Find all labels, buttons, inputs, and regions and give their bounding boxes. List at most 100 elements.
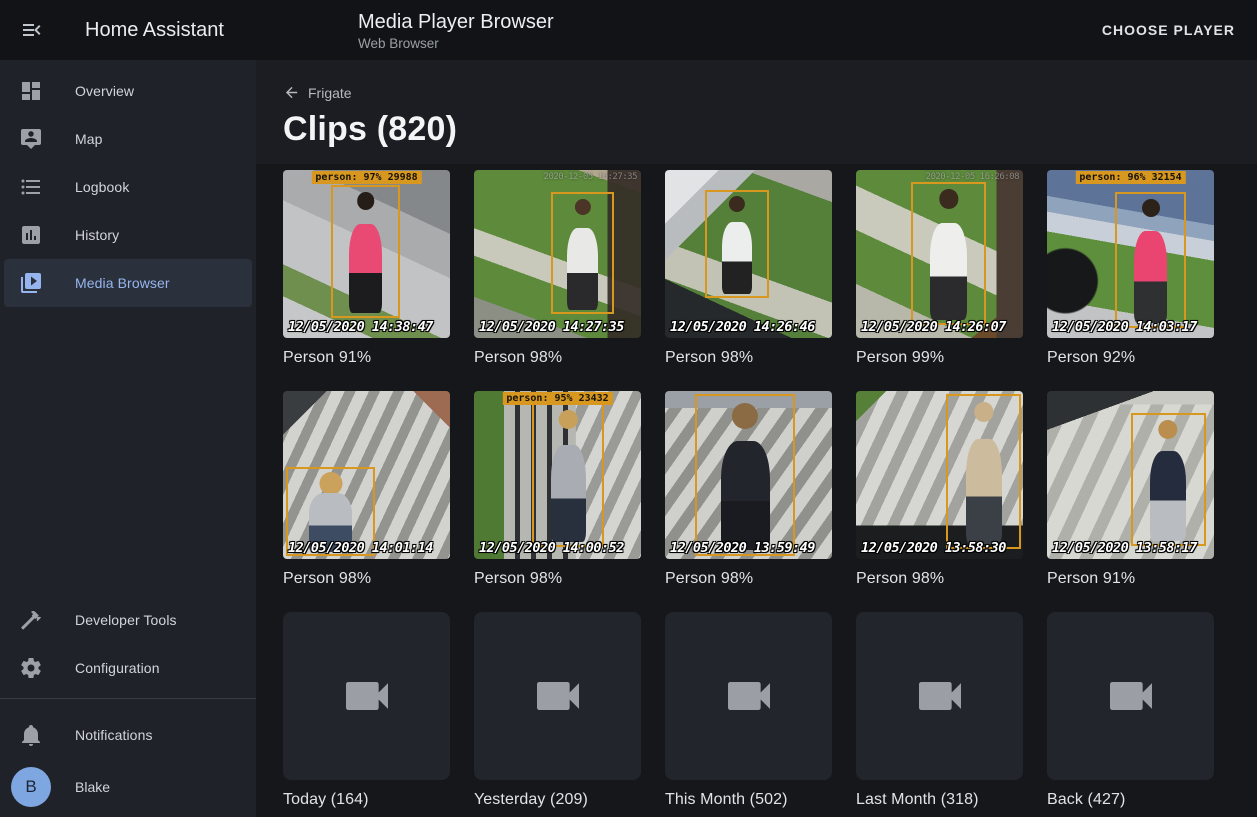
clip-timestamp-overlay: 12/05/2020 14:38:47	[288, 319, 433, 335]
sidebar-item-media-browser[interactable]: Media Browser	[4, 259, 252, 307]
page-subtitle: Web Browser	[358, 36, 554, 51]
sidebar-toggle-button[interactable]	[20, 18, 44, 42]
person-figure	[1124, 199, 1177, 323]
detection-label: person: 96% 32154	[1075, 171, 1185, 184]
app-title: Home Assistant	[85, 19, 224, 42]
clip-caption: Person 91%	[1047, 569, 1214, 588]
folder-card-this-month[interactable]: This Month (502)	[665, 612, 832, 809]
sidebar-main-items: Overview Map Logbook History Media Brows…	[0, 60, 256, 307]
clip-card-8[interactable]: 12/05/2020 13:59:49 Person 98%	[665, 391, 832, 588]
detection-label: person: 95% 23432	[502, 392, 612, 405]
person-figure	[713, 196, 761, 293]
content-header: Frigate Clips (820)	[256, 60, 1257, 164]
person-figure	[340, 192, 392, 313]
folder-caption: Today (164)	[283, 790, 450, 809]
clip-caption: Person 98%	[283, 569, 450, 588]
avatar: B	[11, 767, 51, 807]
folder-caption: Back (427)	[1047, 790, 1214, 809]
folder-card-today[interactable]: Today (164)	[283, 612, 450, 809]
clip-thumbnail: person: 96% 32154 12/05/2020 14:03:17	[1047, 170, 1214, 338]
clip-timestamp-overlay: 12/05/2020 14:26:46	[670, 319, 815, 335]
person-figure	[955, 402, 1012, 544]
clip-card-10[interactable]: 12/05/2020 13:58:17 Person 91%	[1047, 391, 1214, 588]
clip-timestamp-overlay: 12/05/2020 14:26:07	[861, 319, 1006, 335]
video-camera-icon	[339, 668, 395, 724]
sidebar-item-developer-tools[interactable]: Developer Tools	[4, 596, 252, 644]
clip-thumbnail: 12/05/2020 13:58:17	[1047, 391, 1214, 559]
clip-thumbnail: person: 95% 23432 12/05/2020 14:00:52	[474, 391, 641, 559]
clip-caption: Person 98%	[665, 348, 832, 367]
folder-caption: Last Month (318)	[856, 790, 1023, 809]
folder-thumbnail	[856, 612, 1023, 780]
clip-card-7[interactable]: person: 95% 23432 12/05/2020 14:00:52 Pe…	[474, 391, 641, 588]
play-box-multiple-icon	[19, 271, 43, 295]
clip-card-3[interactable]: 12/05/2020 14:26:46 Person 98%	[665, 170, 832, 367]
hammer-icon	[19, 608, 43, 632]
clip-thumbnail: 12/05/2020 13:58:30	[856, 391, 1023, 559]
media-grid: person: 97% 29988 12/05/2020 14:38:47 Pe…	[283, 170, 1230, 809]
clip-thumbnail: 2020-12-05 16:27:35 12/05/2020 14:27:35	[474, 170, 641, 338]
clip-card-6[interactable]: 12/05/2020 14:01:14 Person 98%	[283, 391, 450, 588]
app-bar-left: Home Assistant	[0, 18, 256, 42]
clip-timestamp-overlay: 12/05/2020 14:03:17	[1052, 319, 1197, 335]
folder-thumbnail	[474, 612, 641, 780]
page-title: Media Player Browser	[358, 10, 554, 34]
folder-thumbnail	[665, 612, 832, 780]
folder-card-yesterday[interactable]: Yesterday (209)	[474, 612, 641, 809]
video-camera-icon	[912, 668, 968, 724]
clip-card-2[interactable]: 2020-12-05 16:27:35 12/05/2020 14:27:35 …	[474, 170, 641, 367]
clip-card-9[interactable]: 12/05/2020 13:58:30 Person 98%	[856, 391, 1023, 588]
sidebar-item-notifications[interactable]: Notifications	[4, 711, 252, 759]
clip-timestamp-overlay: 12/05/2020 14:01:14	[288, 540, 433, 556]
app-bar: Home Assistant Media Player Browser Web …	[0, 0, 1257, 60]
cog-icon	[19, 656, 43, 680]
chart-box-icon	[19, 223, 43, 247]
breadcrumb-back-frigate[interactable]: Frigate	[283, 84, 352, 101]
clip-card-5[interactable]: person: 96% 32154 12/05/2020 14:03:17 Pe…	[1047, 170, 1214, 367]
format-list-bulleted-icon	[19, 175, 43, 199]
arrow-left-icon	[283, 84, 300, 101]
clip-caption: Person 91%	[283, 348, 450, 367]
video-camera-icon	[530, 668, 586, 724]
clip-thumbnail: 2020-12-05 16:26:08 12/05/2020 14:26:07	[856, 170, 1023, 338]
breadcrumb-label: Frigate	[308, 85, 352, 101]
sidebar-item-map[interactable]: Map	[4, 115, 252, 163]
clip-caption: Person 98%	[474, 348, 641, 367]
folder-thumbnail	[1047, 612, 1214, 780]
folder-thumbnail	[283, 612, 450, 780]
clip-thumbnail: 12/05/2020 14:01:14	[283, 391, 450, 559]
menu-open-icon	[20, 18, 44, 42]
detection-bounding-box	[695, 394, 795, 555]
folder-caption: This Month (502)	[665, 790, 832, 809]
clip-caption: Person 99%	[856, 348, 1023, 367]
view-dashboard-icon	[19, 79, 43, 103]
choose-player-button[interactable]: CHOOSE PLAYER	[1094, 14, 1243, 46]
clip-timestamp-overlay: 12/05/2020 14:00:52	[479, 540, 624, 556]
folder-card-last-month[interactable]: Last Month (318)	[856, 612, 1023, 809]
sidebar-item-overview[interactable]: Overview	[4, 67, 252, 115]
clip-thumbnail: person: 97% 29988 12/05/2020 14:38:47	[283, 170, 450, 338]
detection-bounding-box	[705, 190, 768, 298]
page-title-block: Media Player Browser Web Browser	[358, 10, 554, 51]
detection-bounding-box	[331, 185, 399, 318]
clip-card-4[interactable]: 2020-12-05 16:26:08 12/05/2020 14:26:07 …	[856, 170, 1023, 367]
sidebar-item-user-profile[interactable]: B Blake	[4, 759, 252, 815]
notifications-label: Notifications	[75, 727, 153, 743]
sidebar-item-history[interactable]: History	[4, 211, 252, 259]
sidebar-spacer	[0, 307, 256, 596]
sidebar-divider	[0, 698, 256, 699]
sidebar-item-configuration[interactable]: Configuration	[4, 644, 252, 692]
folder-card-back[interactable]: Back (427)	[1047, 612, 1214, 809]
detection-bounding-box	[1131, 413, 1206, 546]
person-figure	[1140, 420, 1197, 541]
person-figure	[541, 410, 595, 542]
clip-card-1[interactable]: person: 97% 29988 12/05/2020 14:38:47 Pe…	[283, 170, 450, 367]
main-content: Frigate Clips (820) person: 97% 29988 12…	[256, 60, 1257, 817]
clip-thumbnail: 12/05/2020 14:26:46	[665, 170, 832, 338]
sidebar-item-logbook[interactable]: Logbook	[4, 163, 252, 211]
detection-bounding-box	[946, 394, 1021, 549]
clip-timestamp-overlay: 12/05/2020 13:58:17	[1052, 540, 1197, 556]
clip-timestamp-overlay: 12/05/2020 13:58:30	[861, 540, 1006, 556]
tooltip-account-icon	[19, 127, 43, 151]
clip-caption: Person 98%	[474, 569, 641, 588]
